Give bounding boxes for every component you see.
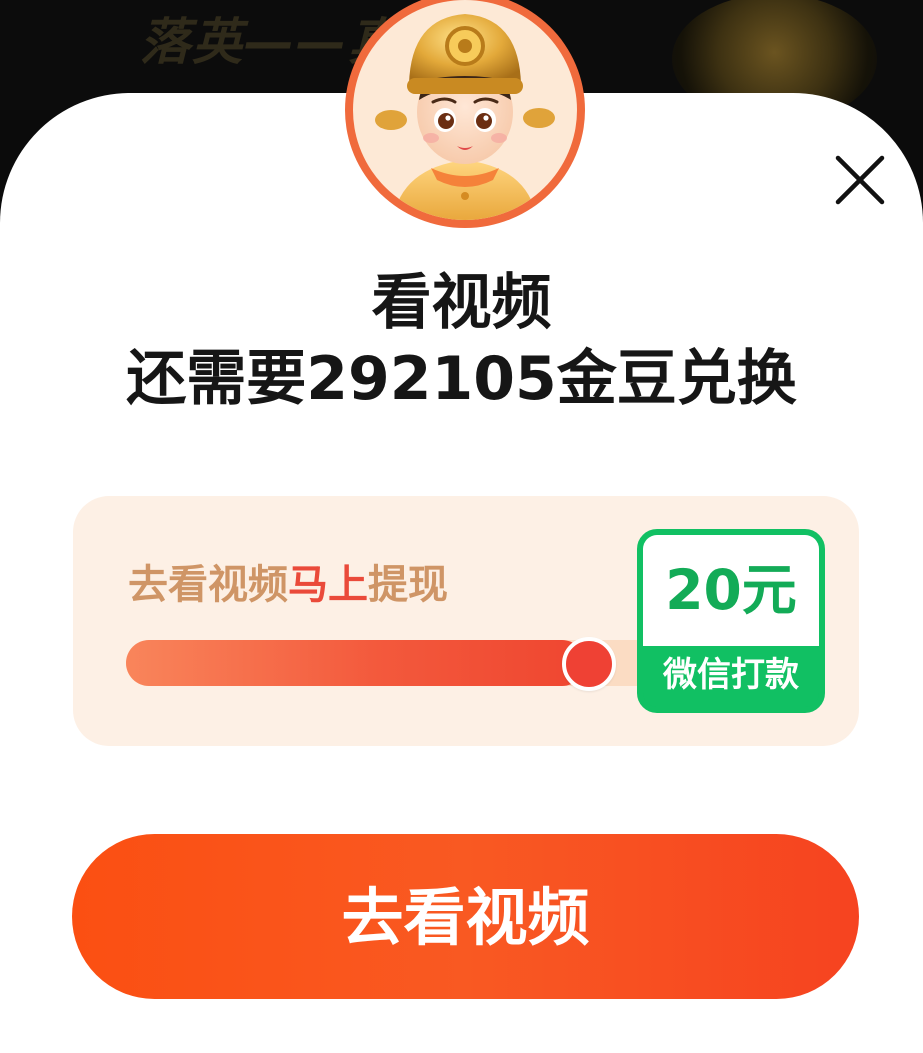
dialog-title: 看视频 还需要292105金豆兑换 [0, 265, 923, 417]
progress-label-suffix: 提现 [368, 562, 448, 608]
god-of-wealth-avatar-icon [345, 0, 585, 228]
progress-knob[interactable] [562, 637, 616, 691]
progress-card-label: 去看视频马上提现 [128, 552, 448, 610]
dialog-title-line2: 还需要292105金豆兑换 [126, 344, 797, 414]
close-icon [835, 155, 885, 205]
reward-badge: 20元 微信打款 [637, 529, 825, 713]
close-button[interactable] [832, 152, 888, 208]
progress-fill [126, 640, 585, 686]
dialog-title-line1: 看视频 [371, 268, 552, 338]
progress-label-prefix: 去看视频 [128, 562, 288, 608]
progress-label-highlight: 马上 [288, 562, 368, 608]
withdraw-progress-card: 去看视频马上提现 20元 微信打款 [73, 496, 859, 746]
reward-method: 微信打款 [663, 655, 799, 695]
progress-track [126, 637, 726, 691]
reward-amount: 20元 [643, 535, 819, 646]
watch-video-button[interactable]: 去看视频 [72, 834, 859, 999]
